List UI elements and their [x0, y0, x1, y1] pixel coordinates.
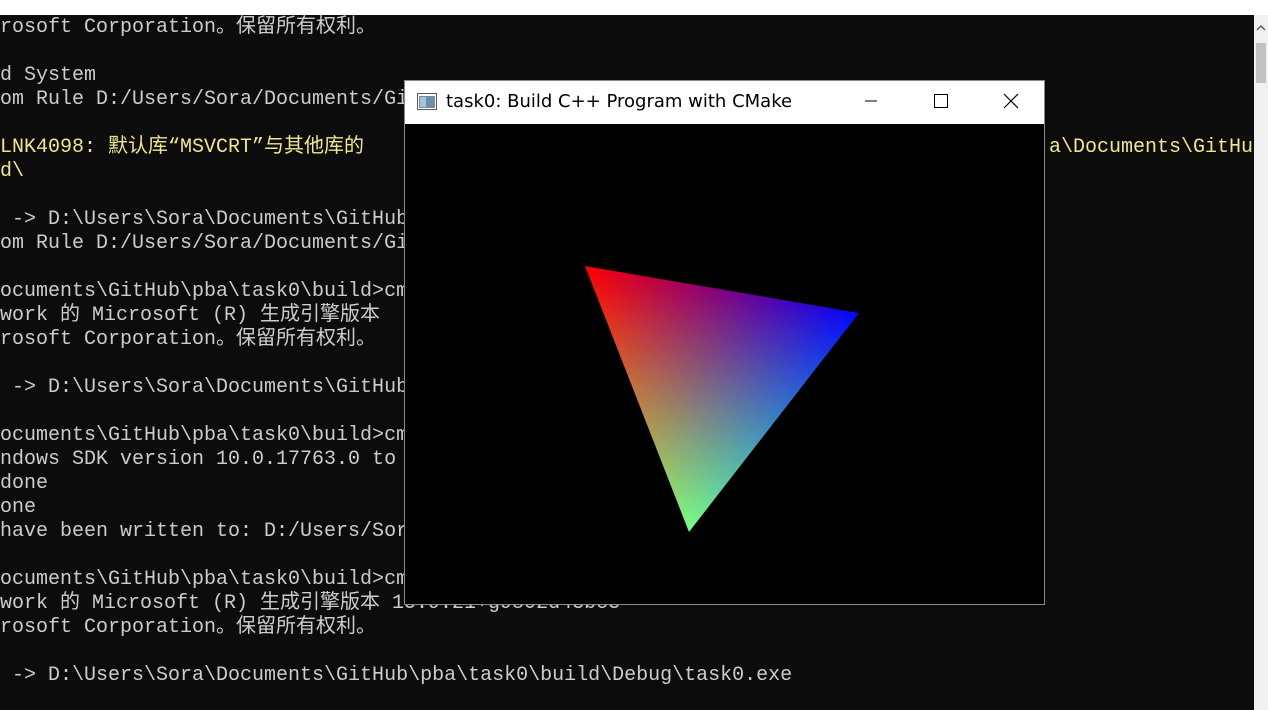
minimize-button[interactable]	[836, 81, 906, 124]
console-line: -> D:\Users\Sora\Documents\GitHub\pba\ta…	[0, 664, 793, 687]
scroll-thumb[interactable]	[1256, 43, 1266, 83]
console-line: rosoft Corporation。保留所有权利。	[0, 616, 377, 639]
console-line: one	[0, 496, 37, 519]
console-line: -> D:\Users\Sora\Documents\GitHub	[0, 208, 409, 231]
console-line: have been written to: D:/Users/Sora	[0, 520, 421, 543]
console-warning-line: LNK4098: 默认库“MSVCRT”与其他库的	[0, 136, 365, 159]
console-line: ocuments\GitHub\pba\task0\build>cm	[0, 568, 409, 591]
triangle-green-overlay	[585, 266, 859, 532]
rgb-triangle	[585, 266, 859, 532]
console-line: om Rule D:/Users/Sora/Documents/Gi	[0, 88, 409, 111]
gl-window-title: task0: Build C++ Program with CMake	[446, 91, 793, 112]
scroll-up-arrow-icon[interactable]	[1254, 15, 1268, 41]
minimize-icon	[864, 93, 878, 112]
console-warning-line: d\	[0, 160, 25, 183]
gl-window[interactable]: task0: Build C++ Program with CMake	[404, 80, 1045, 605]
console-line: rosoft Corporation。保留所有权利。	[0, 328, 377, 351]
close-button[interactable]	[976, 81, 1046, 124]
console-line: ocuments\GitHub\pba\task0\build>cm	[0, 280, 409, 303]
app-window-icon	[417, 93, 437, 110]
console-line: om Rule D:/Users/Sora/Documents/Gi	[0, 232, 409, 255]
console-line: rosoft Corporation。保留所有权利。	[0, 16, 377, 39]
console-scrollbar[interactable]	[1254, 15, 1268, 710]
console-line: d System	[0, 64, 97, 87]
console-warning-line: a\Documents\GitHub	[1049, 136, 1254, 159]
console-line: ndows SDK version 10.0.17763.0 to	[0, 448, 397, 471]
gl-window-titlebar[interactable]: task0: Build C++ Program with CMake	[405, 81, 1044, 124]
console-line: -> D:\Users\Sora\Documents\GitHub	[0, 376, 409, 399]
console-line: ocuments\GitHub\pba\task0\build>cm	[0, 424, 409, 447]
maximize-button[interactable]	[906, 81, 976, 124]
close-icon	[1003, 93, 1019, 113]
gl-viewport[interactable]	[405, 124, 1044, 604]
maximize-icon	[934, 93, 948, 112]
console-line: done	[0, 472, 49, 495]
console-line: work 的 Microsoft (R) 生成引擎版本	[0, 304, 381, 327]
